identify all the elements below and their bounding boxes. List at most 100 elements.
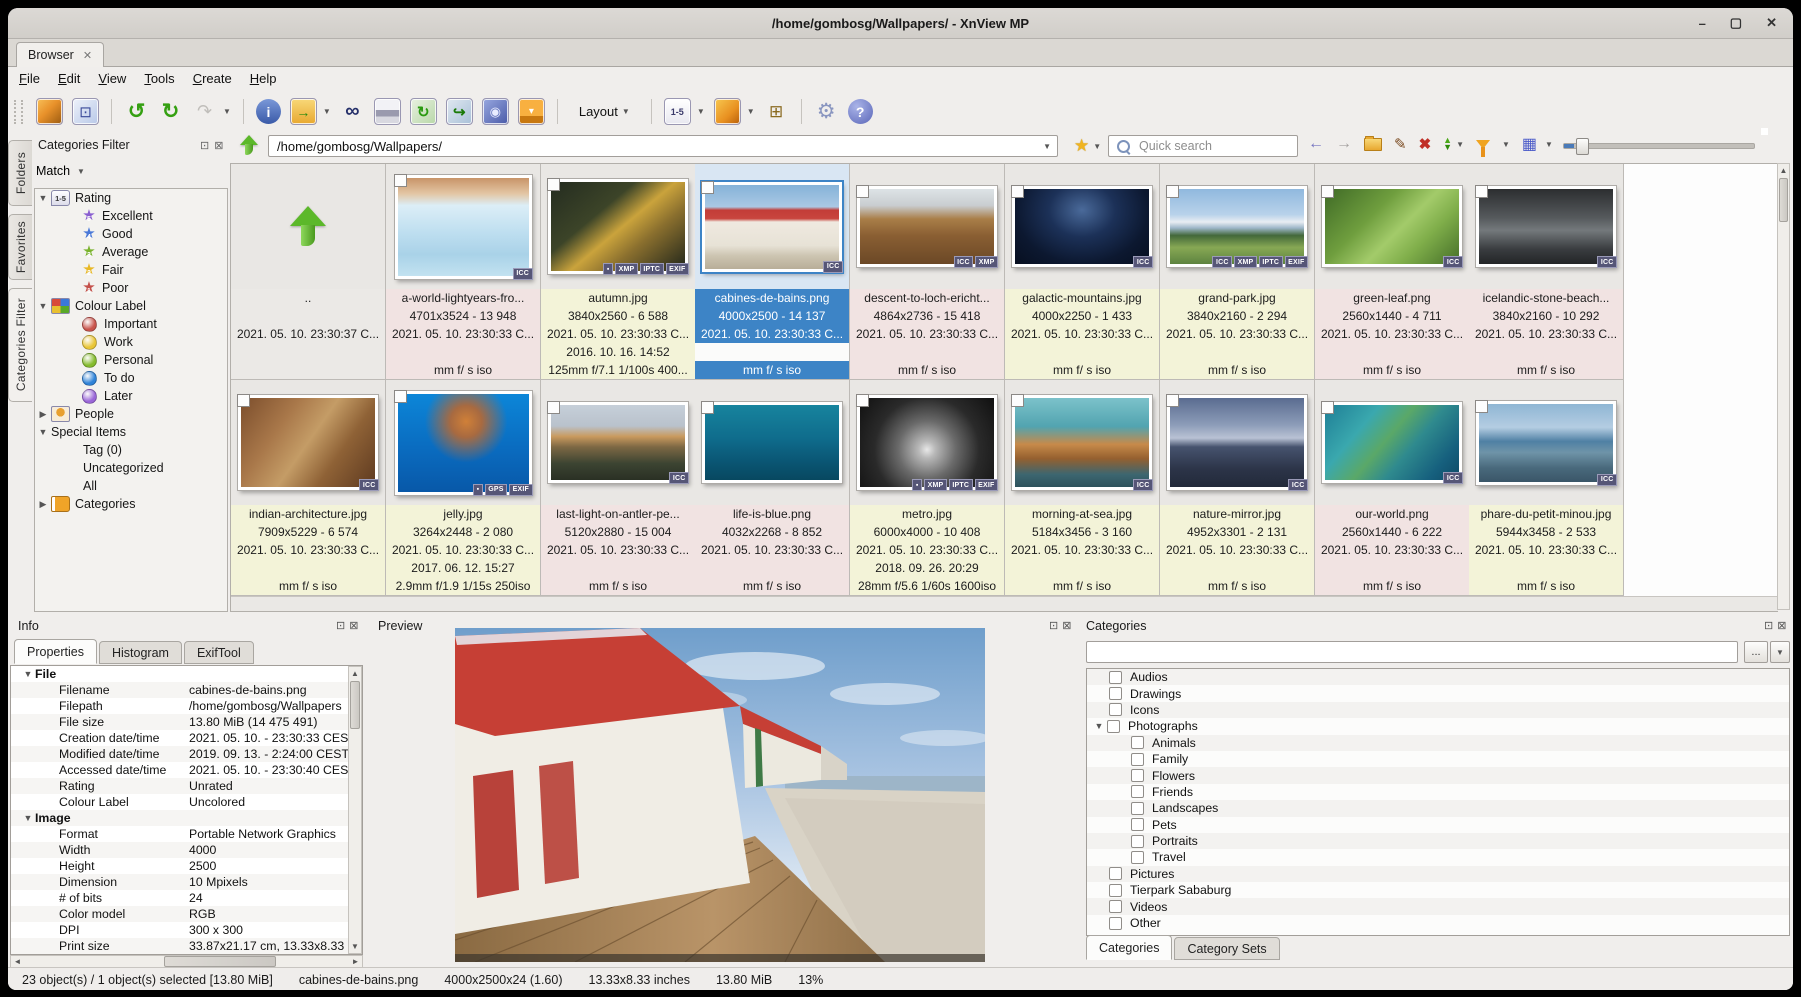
- category-item-flowers[interactable]: Flowers: [1087, 767, 1789, 783]
- close-button[interactable]: ✕: [1766, 15, 1777, 31]
- filter-item-good[interactable]: ★4Good: [35, 225, 227, 243]
- filter-item-to-do[interactable]: To do: [35, 369, 227, 387]
- categories-tab-category-sets[interactable]: Category Sets: [1174, 937, 1279, 960]
- properties-scrollbar-handle[interactable]: [350, 681, 360, 729]
- category-checkbox[interactable]: [1109, 900, 1122, 913]
- category-item-other[interactable]: Other: [1087, 915, 1789, 931]
- tab-close-icon[interactable]: ✕: [83, 49, 92, 62]
- browser-scrollbar-handle[interactable]: [1779, 178, 1788, 222]
- menu-item-create[interactable]: Create: [184, 69, 241, 88]
- move-to-icon[interactable]: ↪: [446, 98, 473, 125]
- tree-caret-icon[interactable]: ▶: [35, 409, 51, 420]
- thumbnail-checkbox[interactable]: [1011, 185, 1024, 198]
- minimize-button[interactable]: –: [1699, 16, 1706, 31]
- category-checkbox[interactable]: [1131, 851, 1144, 864]
- browser-scrollbar[interactable]: ▲: [1777, 163, 1790, 610]
- thumbnail-cell[interactable]: ICCcabines-de-bains.png4000x2500 - 14 13…: [695, 164, 850, 380]
- parent-folder-cell[interactable]: ..2021. 05. 10. 23:30:37 C...: [231, 164, 386, 380]
- category-checkbox[interactable]: [1131, 736, 1144, 749]
- category-checkbox[interactable]: [1131, 835, 1144, 848]
- thumbnail-checkbox[interactable]: [1475, 400, 1488, 413]
- sort-preset-icon[interactable]: 1-5: [664, 98, 691, 125]
- slider-handle[interactable]: [1576, 138, 1589, 155]
- category-item-animals[interactable]: Animals: [1087, 735, 1789, 751]
- delete-button[interactable]: ✖: [1419, 135, 1432, 153]
- thumbnail-cell[interactable]: ICCicelandic-stone-beach...3840x2160 - 1…: [1469, 164, 1624, 380]
- section-caret-icon[interactable]: ▼: [21, 669, 35, 679]
- sort-button[interactable]: ▲▼: [1443, 137, 1452, 151]
- menu-item-file[interactable]: File: [10, 69, 49, 88]
- category-checkbox[interactable]: [1107, 720, 1120, 733]
- thumbnail-checkbox[interactable]: [1166, 185, 1179, 198]
- menu-item-edit[interactable]: Edit: [49, 69, 89, 88]
- match-dropdown[interactable]: Match ▼: [36, 164, 85, 178]
- category-item-travel[interactable]: Travel: [1087, 849, 1789, 865]
- filter-item-work[interactable]: Work: [35, 333, 227, 351]
- filter-dropdown-icon[interactable]: ▼: [1502, 140, 1510, 149]
- info-panel-close-icon[interactable]: ⊠: [349, 619, 358, 632]
- edit-button[interactable]: ✎: [1394, 135, 1407, 153]
- category-item-pictures[interactable]: Pictures: [1087, 866, 1789, 882]
- capture-icon[interactable]: ◉: [482, 98, 509, 125]
- thumbnail-checkbox[interactable]: [394, 174, 407, 187]
- maximize-button[interactable]: ▢: [1730, 15, 1742, 31]
- quick-search-input[interactable]: [1137, 138, 1271, 154]
- categories-panel-close-icon[interactable]: ⊠: [1777, 619, 1786, 632]
- category-item-photographs[interactable]: ▼Photographs: [1087, 718, 1789, 734]
- thumbnail-checkbox[interactable]: [856, 394, 869, 407]
- print-icon[interactable]: [374, 98, 401, 125]
- batch-icon[interactable]: ⊞: [764, 99, 789, 124]
- section-caret-icon[interactable]: ▼: [21, 813, 35, 823]
- open-with-icon-caret[interactable]: ▼: [323, 107, 331, 116]
- filter-item-excellent[interactable]: ★5Excellent: [35, 207, 227, 225]
- left-tab-categories-filter[interactable]: Categories Filter: [8, 288, 32, 402]
- tree-caret-icon[interactable]: ▶: [35, 499, 51, 510]
- thumbnail-cell[interactable]: ICClast-light-on-antler-pe...5120x2880 -…: [541, 380, 696, 596]
- slideshow-icon[interactable]: ▾: [518, 98, 545, 125]
- categories-tab-categories[interactable]: Categories: [1086, 935, 1172, 960]
- thumbnail-cell[interactable]: ▪GPSEXIFjelly.jpg3264x2448 - 2 0802021. …: [386, 380, 541, 596]
- thumbnail-cell[interactable]: ICCour-world.png2560x1440 - 6 2222021. 0…: [1315, 380, 1470, 596]
- thumbnail-cell[interactable]: ▪XMPIPTCEXIFmetro.jpg6000x4000 - 10 4082…: [850, 380, 1005, 596]
- sort-dropdown-icon[interactable]: ▼: [1456, 140, 1464, 149]
- thumbnail-size-slider[interactable]: [1563, 135, 1755, 157]
- forward-button[interactable]: →: [1336, 135, 1352, 153]
- category-dropdown-button[interactable]: ▼: [1770, 641, 1790, 663]
- view-mode-dropdown-icon[interactable]: ▼: [1545, 140, 1553, 149]
- category-checkbox[interactable]: [1109, 703, 1122, 716]
- filter-item-poor[interactable]: ★1Poor: [35, 279, 227, 297]
- filter-item-personal[interactable]: Personal: [35, 351, 227, 369]
- thumbnail-cell[interactable]: ICCgalactic-mountains.jpg4000x2250 - 1 4…: [1005, 164, 1160, 380]
- left-tab-folders[interactable]: Folders: [8, 140, 32, 206]
- properties-hscrollbar-handle[interactable]: [164, 956, 276, 967]
- settings-icon[interactable]: ⚙: [814, 99, 839, 124]
- category-checkbox[interactable]: [1109, 687, 1122, 700]
- view-mode-icon[interactable]: ▦: [1522, 134, 1537, 154]
- category-item-landscapes[interactable]: Landscapes: [1087, 800, 1789, 816]
- thumbnail-cell[interactable]: ICCphare-du-petit-minou.jpg5944x3458 - 2…: [1469, 380, 1624, 596]
- tree-caret-icon[interactable]: ▼: [1091, 721, 1107, 731]
- thumbnail-cell[interactable]: ICCXMPIPTCEXIFgrand-park.jpg3840x2160 - …: [1160, 164, 1315, 380]
- preview-panel-float-icon[interactable]: ⊡: [1049, 619, 1058, 632]
- thumbnail-cell[interactable]: ICCgreen-leaf.png2560x1440 - 4 7112021. …: [1315, 164, 1470, 380]
- category-checkbox[interactable]: [1131, 769, 1144, 782]
- quick-search-box[interactable]: [1108, 135, 1298, 157]
- properties-scrollbar[interactable]: ▲ ▼: [348, 666, 362, 954]
- thumbnail-cell[interactable]: ICCa-world-lightyears-fro...4701x3524 - …: [386, 164, 541, 380]
- transform-icon[interactable]: ↷: [192, 99, 217, 124]
- layout-button[interactable]: Layout▼: [570, 100, 639, 123]
- menu-item-help[interactable]: Help: [241, 69, 286, 88]
- find-icon[interactable]: ∞: [340, 99, 365, 124]
- address-dropdown-icon[interactable]: ▼: [1043, 142, 1051, 151]
- thumbnail-checkbox[interactable]: [547, 401, 560, 414]
- category-item-family[interactable]: Family: [1087, 751, 1789, 767]
- thumbnail-checkbox[interactable]: [1321, 401, 1334, 414]
- scroll-up-icon[interactable]: ▲: [349, 667, 361, 680]
- tree-caret-icon[interactable]: ▼: [35, 301, 51, 311]
- category-checkbox[interactable]: [1131, 818, 1144, 831]
- open-with-icon[interactable]: →: [290, 98, 317, 125]
- filter-item-tag-0-[interactable]: Tag (0): [35, 441, 227, 459]
- category-checkbox[interactable]: [1109, 867, 1122, 880]
- filter-panel-close-icon[interactable]: ⊠: [214, 139, 223, 152]
- filter-item-categories[interactable]: ▶Categories: [35, 495, 227, 513]
